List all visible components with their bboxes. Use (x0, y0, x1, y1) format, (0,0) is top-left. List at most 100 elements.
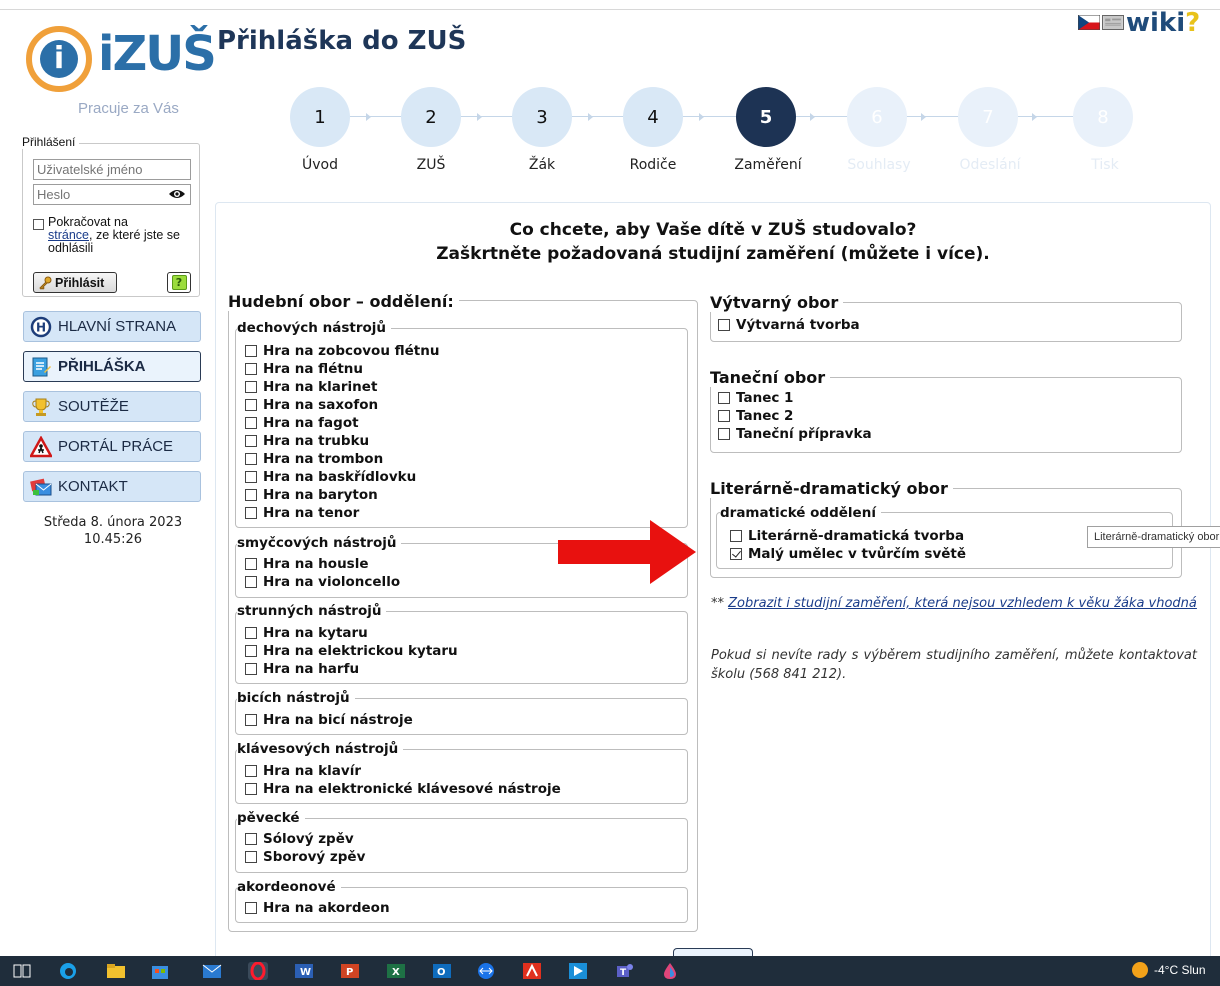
envelopes-icon (30, 478, 52, 495)
option-checkbox[interactable]: Hra na housle (245, 556, 369, 572)
eye-icon[interactable] (168, 187, 186, 201)
step-label-3: Žák (528, 157, 556, 173)
teamviewer-icon[interactable] (476, 962, 496, 980)
option-checkbox[interactable]: Tanec 1 (718, 390, 793, 406)
option-checkbox[interactable]: Hra na zobcovou flétnu (245, 343, 439, 359)
step-5[interactable]: 5 (736, 87, 796, 147)
nav-competitions[interactable]: SOUTĚŽE (23, 391, 201, 422)
drop-app-icon[interactable] (660, 962, 680, 980)
windows-taskbar (0, 956, 1220, 986)
option-checkbox[interactable]: Hra na violoncello (245, 574, 400, 590)
question-subheading: Zaškrtněte požadovaná studijní zaměření … (436, 244, 990, 264)
option-checkbox[interactable]: Sólový zpěv (245, 831, 354, 847)
show-all-link[interactable]: Zobrazit i studijní zaměření, která nejs… (728, 596, 1197, 611)
tooltip: Literárně-dramatický obor (1087, 526, 1220, 548)
arrow-icon (921, 113, 926, 121)
step-4[interactable]: 4 (623, 87, 683, 147)
option-checkbox[interactable]: Hra na trombon (245, 451, 383, 467)
option-checkbox[interactable]: Hra na tenor (245, 505, 359, 521)
outlook-icon[interactable]: O (432, 962, 452, 980)
option-checkbox[interactable]: Hra na saxofon (245, 397, 378, 413)
option-checkbox[interactable]: Hra na kytaru (245, 625, 368, 641)
option-checkbox[interactable]: Hra na fagot (245, 415, 359, 431)
option-checkbox[interactable]: Hra na harfu (245, 661, 359, 677)
page-title: Přihláška do ZUŠ (217, 26, 467, 56)
nav-contact[interactable]: KONTAKT (23, 471, 201, 502)
wiki-link[interactable]: wiki? (1126, 8, 1200, 38)
drama-legend: Literárně-dramatický obor (710, 479, 953, 498)
nav-main-page[interactable]: H HLAVNÍ STRANA (23, 311, 201, 342)
option-checkbox[interactable]: Hra na elektrickou kytaru (245, 643, 458, 659)
option-checkbox[interactable]: Hra na akordeon (245, 900, 390, 916)
option-checkbox[interactable]: Hra na klarinet (245, 379, 377, 395)
task-view-icon[interactable] (12, 962, 32, 980)
step-1[interactable]: 1 (290, 87, 350, 147)
acrobat-icon[interactable] (522, 962, 542, 980)
option-checkbox-checked[interactable]: Malý umělec v tvůrčím světě (730, 546, 966, 562)
drama-sub-legend: dramatické oddělení (720, 505, 881, 521)
help-note: Pokud si nevíte rady s výběrem studijníh… (711, 648, 1197, 682)
nav-job-portal[interactable]: PORTÁL PRÁCE (23, 431, 201, 462)
username-field[interactable] (33, 159, 191, 180)
option-checkbox[interactable]: Tanec 2 (718, 408, 793, 424)
step-label-1: Úvod (302, 157, 338, 173)
continue-text: Pokračovat na stránce, ze které jste se … (48, 215, 181, 255)
continue-checkbox[interactable] (33, 219, 44, 230)
step-2[interactable]: 2 (401, 87, 461, 147)
teams-icon[interactable]: T (614, 962, 634, 980)
option-checkbox[interactable]: Hra na baskřídlovku (245, 469, 416, 485)
key-icon (39, 276, 52, 290)
option-checkbox[interactable]: Hra na klavír (245, 763, 361, 779)
step-label-5: Zaměření (734, 157, 802, 173)
group-bowed-legend: smyčcových nástrojů (237, 535, 402, 551)
option-checkbox[interactable]: Taneční přípravka (718, 426, 872, 442)
login-legend: Přihlášení (22, 135, 80, 149)
word-icon[interactable]: W (294, 962, 314, 980)
czech-flag-icon[interactable] (1078, 15, 1100, 30)
option-checkbox[interactable]: Literárně-dramatická tvorba (730, 528, 964, 544)
form-icon (32, 357, 51, 376)
arrow-icon (810, 113, 815, 121)
group-vocal-legend: pěvecké (237, 810, 305, 826)
red-arrow-annotation (558, 520, 696, 584)
english-flag-icon[interactable] (1102, 15, 1124, 30)
show-all-note: ** Zobrazit i studijní zaměření, která n… (711, 596, 1197, 611)
login-button[interactable]: Přihlásit (33, 272, 117, 293)
option-checkbox[interactable]: Hra na flétnu (245, 361, 363, 377)
option-checkbox[interactable]: Výtvarná tvorba (718, 317, 860, 333)
step-label-7: Odeslání (959, 157, 1021, 173)
option-checkbox[interactable]: Hra na baryton (245, 487, 378, 503)
step-6: 6 (847, 87, 907, 147)
excel-icon[interactable]: X (386, 962, 406, 980)
step-7: 7 (958, 87, 1018, 147)
question-heading: Co chcete, aby Vaše dítě v ZUŠ studovalo… (509, 220, 917, 240)
svg-text:X: X (392, 967, 400, 978)
powerpoint-icon[interactable]: P (340, 962, 360, 980)
group-keyboards-legend: klávesových nástrojů (237, 741, 404, 757)
top-border (0, 9, 1220, 10)
option-checkbox[interactable]: Sborový zpěv (245, 849, 365, 865)
nav-application[interactable]: PŘIHLÁŠKA (23, 351, 201, 382)
option-checkbox[interactable]: Hra na bicí nástroje (245, 712, 413, 728)
group-wind-legend: dechových nástrojů (237, 320, 392, 336)
trophy-icon (32, 398, 50, 416)
app-icon[interactable] (568, 962, 588, 980)
h-circle-icon: H (30, 316, 52, 337)
file-explorer-icon[interactable] (106, 962, 126, 980)
group-percussion-legend: bicích nástrojů (237, 690, 355, 706)
store-icon[interactable] (150, 962, 170, 980)
mail-icon[interactable] (202, 962, 222, 980)
sun-icon (1132, 962, 1148, 978)
step-3[interactable]: 3 (512, 87, 572, 147)
weather-widget[interactable]: -4°C Slun (1132, 962, 1206, 978)
logo-text: iZUŠ (98, 26, 217, 82)
option-checkbox[interactable]: Hra na elektronické klávesové nástroje (245, 781, 561, 797)
warning-worker-icon (30, 435, 52, 457)
help-button[interactable]: ? (167, 272, 191, 293)
option-checkbox[interactable]: Hra na trubku (245, 433, 369, 449)
help-icon: ? (171, 275, 187, 290)
continue-link[interactable]: stránce (48, 228, 89, 242)
izus-logo[interactable]: i iZUŠ (26, 22, 217, 92)
opera-icon[interactable] (248, 962, 268, 980)
edge-icon[interactable] (58, 962, 78, 980)
